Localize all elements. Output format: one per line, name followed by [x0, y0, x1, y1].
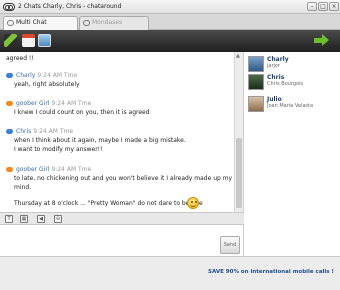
settings-icon[interactable]: ⊖ — [54, 215, 62, 223]
message-header: goober Girl 9:24 AM Tme — [6, 166, 91, 173]
message-line: yeah, right absolutely — [14, 81, 80, 88]
sound-icon[interactable]: ◀ — [37, 215, 45, 223]
calendar-icon[interactable] — [22, 34, 35, 47]
sender-name: Chris — [16, 128, 32, 135]
chat-icon — [83, 20, 90, 26]
chat-bubble-icon — [6, 167, 13, 172]
smiley-icon — [187, 197, 199, 209]
avatar — [248, 96, 264, 112]
maximize-button[interactable]: □ — [318, 2, 328, 11]
message-line: mind. — [14, 184, 32, 191]
message-header: Charly 9:24 AM Tme — [6, 72, 77, 79]
minimize-button[interactable]: – — [307, 2, 317, 11]
app-logo-icon — [3, 3, 15, 11]
photo-icon[interactable] — [38, 34, 51, 47]
tab-label: Multi Chat — [16, 19, 47, 26]
tab-mondases[interactable]: Mondases — [79, 16, 149, 30]
grid-icon[interactable]: ▦ — [20, 215, 28, 223]
avatar — [248, 74, 264, 90]
timestamp: 9:24 AM Tme — [37, 72, 78, 79]
chat-bubble-icon — [6, 129, 13, 134]
timestamp: 9:24 AM Tme — [51, 100, 92, 107]
message-input[interactable] — [0, 225, 244, 256]
send-button[interactable]: Send — [220, 236, 240, 254]
timestamp: 9:24 AM Tme — [33, 128, 74, 135]
message-header: goober Girl 9:24 AM Tme — [6, 100, 91, 107]
scroll-up-icon[interactable]: ▲ — [236, 53, 240, 59]
footer-bar: SAVE 90% on international mobile calls ! — [0, 256, 340, 290]
window-title: 2 Chats Charly, Chris - chataround — [18, 3, 122, 10]
toolbar — [0, 30, 340, 52]
contact-subtitle: Joan Maria Velasta — [267, 103, 314, 109]
chat-icon — [7, 20, 14, 26]
avatar — [248, 56, 264, 72]
tab-label: Mondases — [92, 19, 123, 26]
message-line: Thursday at 8 o'clock ... "Pretty Woman"… — [14, 200, 203, 207]
message-line: when I think about it again, maybe I mad… — [14, 137, 186, 144]
close-button[interactable]: × — [329, 2, 339, 11]
tab-multi-chat[interactable]: Multi Chat — [3, 16, 78, 30]
chat-scrollbar[interactable]: ▲ — [234, 52, 243, 212]
scrollbar-thumb[interactable] — [236, 138, 242, 208]
contact-list: Charly jarjor Chris Chris Bourgois Julio… — [245, 52, 340, 256]
contact-subtitle: Chris Bourgois — [267, 81, 304, 87]
chat-bubble-icon — [6, 101, 13, 106]
message-line: I knew I could count on you, then it is … — [14, 109, 150, 116]
title-bar: 2 Chats Charly, Chris - chataround – □ × — [0, 0, 340, 14]
forward-arrow-icon[interactable] — [314, 34, 330, 47]
format-toolbar: T ▦ ◀ ⊖ — [0, 212, 244, 225]
promo-link[interactable]: SAVE 90% on international mobile calls ! — [208, 269, 334, 275]
message-line: to late, no chickening out and you won't… — [14, 175, 233, 182]
message-line: I want to modify my answer!! — [14, 146, 103, 153]
sender-name: goober Girl — [16, 166, 50, 173]
chat-bubble-icon — [6, 73, 13, 78]
contact-subtitle: jarjor — [267, 63, 281, 69]
message-header: Chris 9:24 AM Tme — [6, 128, 73, 135]
contact-name: Charly — [267, 56, 289, 63]
tab-bar: Multi Chat Mondases — [0, 14, 340, 30]
contact-item[interactable]: Julio Joan Maria Velasta — [245, 94, 340, 118]
pencil-icon[interactable] — [4, 34, 17, 47]
contact-name: Julio — [267, 96, 282, 103]
contact-item[interactable]: Chris Chris Bourgois — [245, 72, 340, 96]
sender-name: Charly — [16, 72, 36, 79]
chat-transcript: agreed !! Charly 9:24 AM Tme yeah, right … — [0, 52, 244, 212]
contact-name: Chris — [267, 74, 285, 81]
message-line: agreed !! — [6, 55, 34, 62]
sender-name: goober Girl — [16, 100, 50, 107]
text-format-icon[interactable]: T — [5, 215, 13, 223]
timestamp: 9:24 AM Tme — [51, 166, 92, 173]
